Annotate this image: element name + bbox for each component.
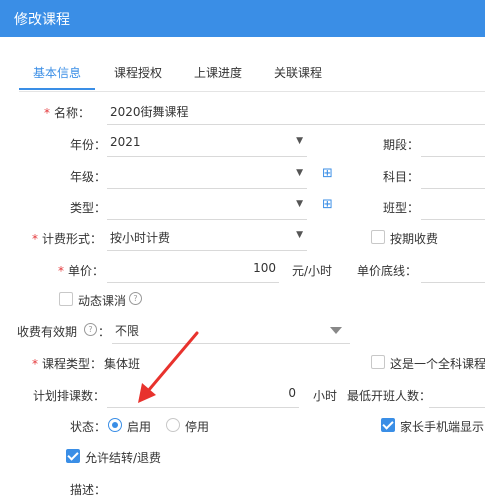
annotation-arrow — [138, 331, 199, 403]
